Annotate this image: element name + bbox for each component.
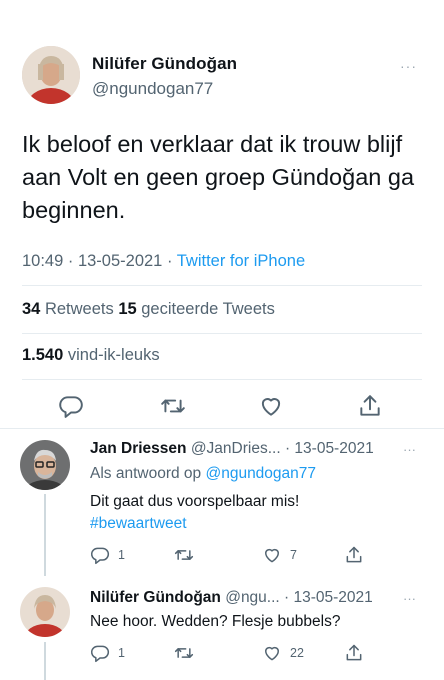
reply-author-handle[interactable]: @JanDries...: [191, 440, 281, 457]
divider: [22, 285, 422, 286]
tweet-meta: 10:49 · 13-05-2021 · Twitter for iPhone: [22, 252, 305, 271]
likes-count[interactable]: 1.540: [22, 346, 63, 364]
divider: [22, 379, 422, 380]
reply-header: Nilüfer Gündoğan @ngu... · 13-05-2021: [90, 589, 373, 607]
author-name[interactable]: Nilüfer Gündoğan: [92, 54, 237, 74]
avatar[interactable]: [22, 46, 80, 104]
reply-author-name[interactable]: Jan Driessen: [90, 440, 187, 457]
retweets-count[interactable]: 34: [22, 300, 40, 318]
share-button[interactable]: [344, 544, 364, 566]
hashtag-link[interactable]: #bewaartweet: [90, 515, 187, 532]
more-options-icon[interactable]: ···: [400, 58, 417, 74]
reply-button[interactable]: 1: [90, 642, 125, 664]
avatar[interactable]: [20, 587, 70, 637]
divider: [22, 333, 422, 334]
quotes-count[interactable]: 15: [118, 300, 136, 318]
tweet-timestamp[interactable]: 10:49 · 13-05-2021 ·: [22, 252, 177, 270]
retweet-icon: [174, 648, 194, 658]
like-stats: 1.540 vind-ik-leuks: [22, 346, 160, 365]
reply-text: Dit gaat dus voorspelbaar mis!: [90, 493, 300, 510]
retweet-button[interactable]: [174, 544, 202, 566]
tweet-text: Ik beloof en verklaar dat ik trouw blijf…: [22, 131, 415, 223]
quotes-label[interactable]: geciteerde Tweets: [137, 300, 275, 318]
retweet-button[interactable]: [174, 642, 202, 664]
thread-line: [44, 642, 46, 680]
reply-text: Nee hoor. Wedden? Flesje bubbels?: [90, 613, 341, 630]
more-options-icon[interactable]: ···: [403, 442, 416, 457]
reply-count: 1: [118, 646, 125, 660]
like-count: 22: [290, 646, 304, 660]
share-icon: [346, 644, 362, 661]
reply-icon: [90, 645, 110, 663]
like-icon: [265, 646, 279, 661]
avatar[interactable]: [20, 440, 70, 490]
reply-to-line: Als antwoord op @ngundogan77: [90, 465, 316, 483]
reply-actions: 1 22: [90, 642, 390, 664]
reply-author-name[interactable]: Nilüfer Gündoğan: [90, 589, 221, 606]
more-options-icon[interactable]: ···: [403, 591, 416, 606]
retweet-icon[interactable]: [160, 393, 186, 419]
share-icon[interactable]: [357, 393, 383, 419]
reply-author-handle[interactable]: @ngu...: [225, 589, 280, 606]
reply-date[interactable]: · 13-05-2021: [280, 589, 373, 606]
retweet-stats: 34 Retweets 15 geciteerde Tweets: [22, 300, 275, 319]
like-button[interactable]: 7: [262, 544, 297, 566]
tweet-client-link[interactable]: Twitter for iPhone: [177, 252, 305, 270]
divider: [0, 428, 444, 429]
thread-line: [44, 494, 46, 576]
share-button[interactable]: [344, 642, 364, 664]
reply-actions: 1 7: [90, 544, 390, 566]
reply-icon[interactable]: [58, 393, 84, 419]
reply-icon: [90, 547, 110, 565]
reply-to-handle[interactable]: @ngundogan77: [205, 465, 316, 482]
like-button[interactable]: 22: [262, 642, 304, 664]
like-icon[interactable]: [258, 393, 284, 419]
reply-date[interactable]: · 13-05-2021: [281, 440, 374, 457]
like-icon: [265, 548, 279, 563]
reply-header: Jan Driessen @JanDries... · 13-05-2021: [90, 440, 374, 458]
reply-button[interactable]: 1: [90, 544, 125, 566]
likes-label[interactable]: vind-ik-leuks: [63, 346, 160, 364]
retweets-label[interactable]: Retweets: [40, 300, 118, 318]
reply-hashtag: #bewaartweet: [90, 513, 187, 535]
reply-count: 1: [118, 548, 125, 562]
like-count: 7: [290, 548, 297, 562]
author-handle[interactable]: @ngundogan77: [92, 79, 213, 99]
share-icon: [346, 546, 362, 563]
reply-to-label: Als antwoord op: [90, 465, 206, 482]
retweet-icon: [174, 550, 194, 560]
